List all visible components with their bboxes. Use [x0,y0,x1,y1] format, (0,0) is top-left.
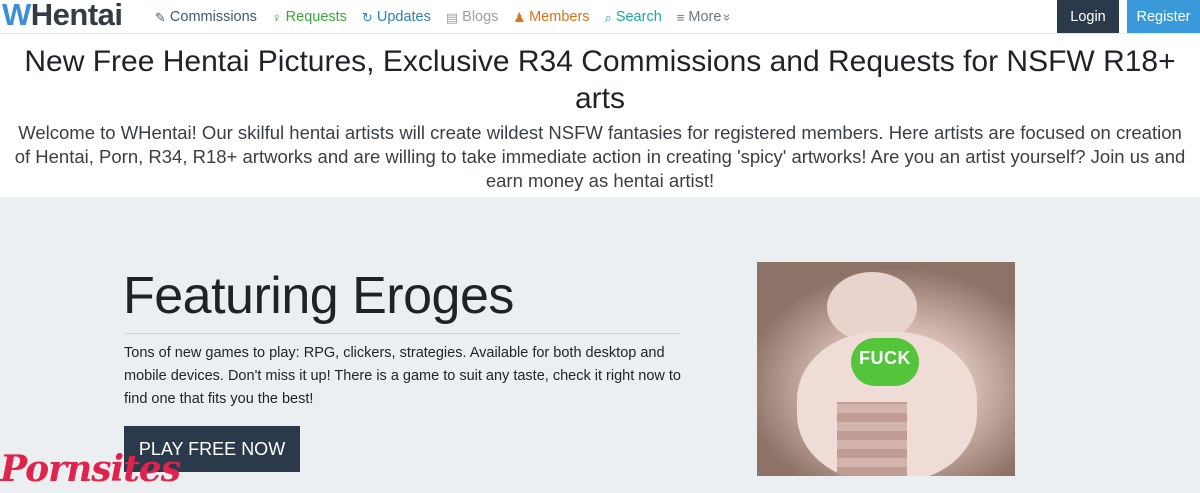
search-icon: ⌕ [604,9,612,25]
nav-item-label: Blogs [462,9,499,25]
chevron-down-icon: » [720,13,736,21]
logo-w: W [2,0,31,32]
register-button[interactable]: Register [1127,0,1200,33]
nav-item-blogs[interactable]: ▤ Blogs [446,0,499,34]
site-logo[interactable]: WHentai [2,0,123,34]
refresh-icon: ↻ [361,9,373,25]
feature-title: Featuring Eroges [123,267,514,325]
logo-rest: Hentai [30,0,123,32]
intro-section: New Free Hentai Pictures, Exclusive R34 … [0,35,1200,197]
newspaper-icon: ▤ [445,9,459,25]
image-censor-badge: FUCK [851,338,919,386]
intro-text: Welcome to WHentai! Our skilful hentai a… [14,122,1186,191]
nav-item-more[interactable]: ≡ More » [677,0,736,34]
censor-mosaic [837,402,907,476]
nav-item-updates[interactable]: ↻ Updates [362,0,431,34]
nav-item-label: Members [529,9,590,25]
watermark-logo: Pornsites [0,448,181,490]
nav-item-search[interactable]: ⌕ Search [605,0,662,34]
nav-item-label: Commissions [169,9,257,25]
nav-item-label: Requests [285,9,347,25]
nav-item-label: Search [615,9,662,25]
nav-item-commissions[interactable]: ✎ Commissions [155,0,257,34]
nav-item-requests[interactable]: ♀ Requests [272,0,347,34]
nav-item-label: Updates [376,9,431,25]
lightbulb-icon: ♀ [271,9,282,25]
feature-section: Featuring Eroges Tons of new games to pl… [0,197,1200,493]
feature-divider [124,333,680,334]
users-icon: ♟ [513,9,526,25]
nav-item-label: More [688,9,722,25]
feature-image[interactable]: FUCK [757,262,1015,476]
feature-description: Tons of new games to play: RPG, clickers… [124,345,681,407]
login-button[interactable]: Login [1057,0,1119,33]
nav-links: ✎ Commissions ♀ Requests ↻ Updates ▤ Blo… [155,0,751,34]
bars-icon: ≡ [676,9,685,25]
nav-item-members[interactable]: ♟ Members [513,0,589,34]
gavel-icon: ✎ [155,9,166,25]
top-navbar: WHentai ✎ Commissions ♀ Requests ↻ Updat… [0,0,1200,34]
page-title: New Free Hentai Pictures, Exclusive R34 … [24,45,1176,115]
